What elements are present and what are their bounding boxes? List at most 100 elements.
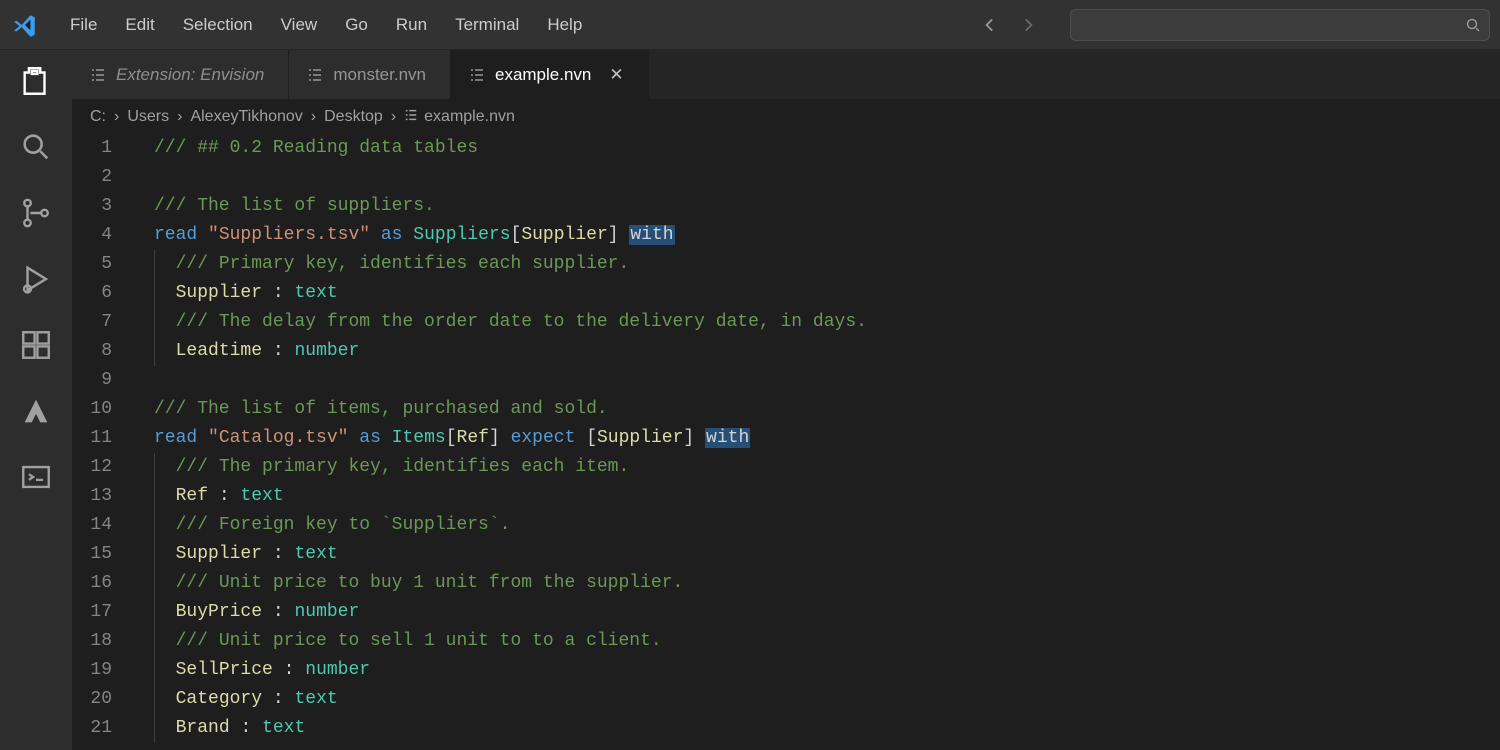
titlebar: FileEditSelectionViewGoRunTerminalHelp bbox=[0, 0, 1500, 50]
command-center-search[interactable] bbox=[1070, 9, 1490, 41]
code-content[interactable]: /// The delay from the order date to the… bbox=[142, 308, 867, 337]
menu-item-file[interactable]: File bbox=[56, 9, 111, 41]
code-content[interactable]: /// The primary key, identifies each ite… bbox=[142, 453, 629, 482]
editor-tab[interactable]: Extension: Envision bbox=[72, 50, 289, 99]
code-line[interactable]: 1/// ## 0.2 Reading data tables bbox=[72, 134, 1500, 163]
nav-history bbox=[980, 15, 1038, 35]
code-content[interactable]: BuyPrice : number bbox=[142, 598, 359, 627]
editor-tab[interactable]: example.nvn ✕ bbox=[451, 50, 649, 99]
terminal-panel-icon[interactable] bbox=[19, 460, 53, 494]
code-content[interactable]: /// Foreign key to `Suppliers`. bbox=[142, 511, 510, 540]
code-line[interactable]: 10/// The list of items, purchased and s… bbox=[72, 395, 1500, 424]
code-line[interactable]: 16 /// Unit price to buy 1 unit from the… bbox=[72, 569, 1500, 598]
search-icon[interactable] bbox=[19, 130, 53, 164]
line-number: 13 bbox=[72, 482, 142, 511]
breadcrumb-segment[interactable]: C: bbox=[90, 108, 106, 126]
run-debug-icon[interactable] bbox=[19, 262, 53, 296]
file-list-icon bbox=[90, 67, 106, 83]
code-content[interactable]: /// Unit price to buy 1 unit from the su… bbox=[142, 569, 683, 598]
code-line[interactable]: 2 bbox=[72, 163, 1500, 192]
tab-label: Extension: Envision bbox=[116, 65, 264, 85]
nav-back-icon[interactable] bbox=[980, 15, 1000, 35]
code-content[interactable]: Supplier : text bbox=[142, 540, 338, 569]
nav-forward-icon[interactable] bbox=[1018, 15, 1038, 35]
code-line[interactable]: 12 /// The primary key, identifies each … bbox=[72, 453, 1500, 482]
menu-item-edit[interactable]: Edit bbox=[111, 9, 168, 41]
code-content[interactable] bbox=[142, 163, 154, 192]
source-control-icon[interactable] bbox=[19, 196, 53, 230]
chevron-right-icon: › bbox=[391, 108, 396, 126]
code-content[interactable]: Supplier : text bbox=[142, 279, 338, 308]
code-content[interactable]: Ref : text bbox=[142, 482, 284, 511]
code-line[interactable]: 11read "Catalog.tsv" as Items[Ref] expec… bbox=[72, 424, 1500, 453]
code-line[interactable]: 19 SellPrice : number bbox=[72, 656, 1500, 685]
code-content[interactable]: read "Suppliers.tsv" as Suppliers[Suppli… bbox=[142, 221, 675, 250]
breadcrumb-segment[interactable]: Desktop bbox=[324, 108, 383, 126]
menu-item-run[interactable]: Run bbox=[382, 9, 441, 41]
code-content[interactable]: read "Catalog.tsv" as Items[Ref] expect … bbox=[142, 424, 750, 453]
line-number: 18 bbox=[72, 627, 142, 656]
line-number: 1 bbox=[72, 134, 142, 163]
vscode-logo-icon bbox=[12, 12, 38, 38]
code-line[interactable]: 4read "Suppliers.tsv" as Suppliers[Suppl… bbox=[72, 221, 1500, 250]
line-number: 6 bbox=[72, 279, 142, 308]
code-content[interactable]: SellPrice : number bbox=[142, 656, 370, 685]
line-number: 15 bbox=[72, 540, 142, 569]
editor-tab[interactable]: monster.nvn bbox=[289, 50, 451, 99]
breadcrumb-segment[interactable]: Users bbox=[127, 108, 169, 126]
breadcrumb-label: Users bbox=[127, 108, 169, 126]
breadcrumb-segment[interactable]: AlexeyTikhonov bbox=[190, 108, 302, 126]
code-line[interactable]: 15 Supplier : text bbox=[72, 540, 1500, 569]
code-line[interactable]: 18 /// Unit price to sell 1 unit to to a… bbox=[72, 627, 1500, 656]
file-list-icon bbox=[307, 67, 323, 83]
code-line[interactable]: 8 Leadtime : number bbox=[72, 337, 1500, 366]
code-line[interactable]: 7 /// The delay from the order date to t… bbox=[72, 308, 1500, 337]
menu-item-go[interactable]: Go bbox=[331, 9, 382, 41]
code-content[interactable]: /// The list of items, purchased and sol… bbox=[142, 395, 608, 424]
code-line[interactable]: 21 Brand : text bbox=[72, 714, 1500, 743]
code-line[interactable]: 5 /// Primary key, identifies each suppl… bbox=[72, 250, 1500, 279]
tab-label: example.nvn bbox=[495, 65, 591, 85]
breadcrumb[interactable]: C:›Users›AlexeyTikhonov›Desktop›example.… bbox=[72, 100, 1500, 134]
atlassian-icon[interactable] bbox=[19, 394, 53, 428]
menu-item-terminal[interactable]: Terminal bbox=[441, 9, 533, 41]
code-content[interactable]: /// The list of suppliers. bbox=[142, 192, 435, 221]
breadcrumb-segment[interactable]: example.nvn bbox=[404, 108, 515, 127]
extensions-icon[interactable] bbox=[19, 328, 53, 362]
code-line[interactable]: 14 /// Foreign key to `Suppliers`. bbox=[72, 511, 1500, 540]
line-number: 11 bbox=[72, 424, 142, 453]
menubar: FileEditSelectionViewGoRunTerminalHelp bbox=[56, 9, 596, 41]
code-content[interactable]: Leadtime : number bbox=[142, 337, 359, 366]
close-icon[interactable]: ✕ bbox=[609, 65, 623, 85]
line-number: 14 bbox=[72, 511, 142, 540]
line-number: 12 bbox=[72, 453, 142, 482]
code-line[interactable]: 17 BuyPrice : number bbox=[72, 598, 1500, 627]
code-content[interactable]: /// ## 0.2 Reading data tables bbox=[142, 134, 478, 163]
code-content[interactable]: Brand : text bbox=[142, 714, 305, 743]
code-content[interactable]: /// Primary key, identifies each supplie… bbox=[142, 250, 629, 279]
code-line[interactable]: 9 bbox=[72, 366, 1500, 395]
file-list-icon bbox=[469, 67, 485, 83]
menu-item-selection[interactable]: Selection bbox=[169, 9, 267, 41]
line-number: 16 bbox=[72, 569, 142, 598]
code-content[interactable]: Category : text bbox=[142, 685, 338, 714]
code-line[interactable]: 13 Ref : text bbox=[72, 482, 1500, 511]
editor-tabs: Extension: Envision monster.nvn example.nv… bbox=[72, 50, 1500, 100]
code-content[interactable]: /// Unit price to sell 1 unit to to a cl… bbox=[142, 627, 662, 656]
code-line[interactable]: 20 Category : text bbox=[72, 685, 1500, 714]
search-icon bbox=[1465, 17, 1481, 33]
breadcrumb-label: C: bbox=[90, 108, 106, 126]
line-number: 17 bbox=[72, 598, 142, 627]
code-editor[interactable]: 1/// ## 0.2 Reading data tables23/// The… bbox=[72, 134, 1500, 750]
line-number: 7 bbox=[72, 308, 142, 337]
code-line[interactable]: 6 Supplier : text bbox=[72, 279, 1500, 308]
line-number: 19 bbox=[72, 656, 142, 685]
explorer-icon[interactable] bbox=[19, 64, 53, 98]
tab-label: monster.nvn bbox=[333, 65, 426, 85]
code-line[interactable]: 3/// The list of suppliers. bbox=[72, 192, 1500, 221]
menu-item-help[interactable]: Help bbox=[533, 9, 596, 41]
line-number: 5 bbox=[72, 250, 142, 279]
file-list-icon bbox=[404, 108, 418, 127]
code-content[interactable] bbox=[142, 366, 154, 395]
menu-item-view[interactable]: View bbox=[267, 9, 332, 41]
